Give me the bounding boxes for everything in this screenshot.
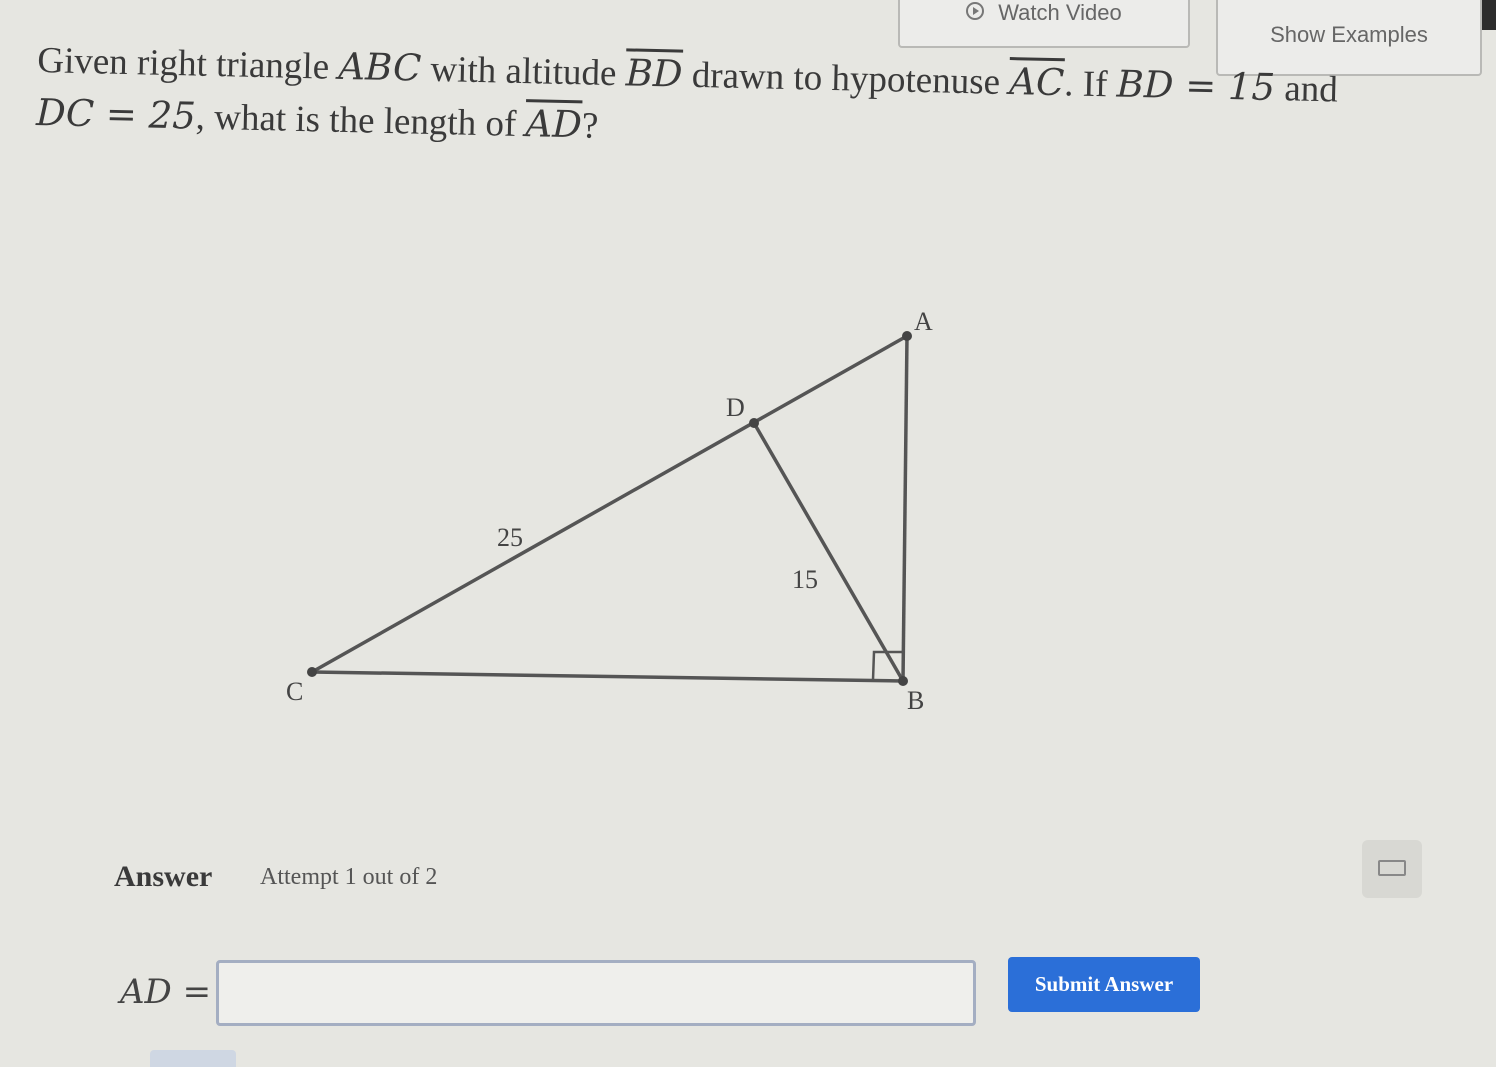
submit-answer-button[interactable]: Submit Answer xyxy=(1008,957,1200,1012)
point-a xyxy=(902,331,912,341)
length-bd: 15 xyxy=(792,565,818,594)
point-b xyxy=(898,676,908,686)
keyboard-icon xyxy=(1378,860,1406,876)
segment-cb xyxy=(311,670,904,683)
answer-input[interactable] xyxy=(216,960,976,1026)
length-dc: 25 xyxy=(497,523,523,552)
keyboard-toggle-button[interactable] xyxy=(1362,840,1422,898)
segment-db xyxy=(752,422,905,682)
answer-heading: Answer xyxy=(114,860,213,893)
attempt-counter: Attempt 1 out of 2 xyxy=(260,864,438,890)
bottom-tab[interactable] xyxy=(150,1050,236,1067)
label-c: C xyxy=(286,677,303,706)
answer-variable-label: AD = xyxy=(120,972,212,1012)
label-d: D xyxy=(726,393,745,422)
segment-ca xyxy=(311,334,908,674)
label-a: A xyxy=(914,307,933,336)
triangle-diagram: A D C B 25 15 xyxy=(286,307,933,715)
segment-ab xyxy=(901,335,909,682)
point-c xyxy=(307,667,317,677)
label-b: B xyxy=(907,686,924,715)
point-d xyxy=(749,418,759,428)
